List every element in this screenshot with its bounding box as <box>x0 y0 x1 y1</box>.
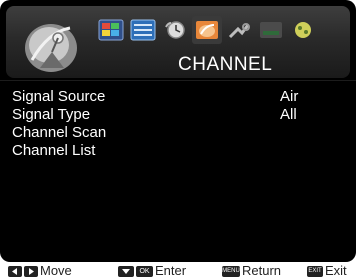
tab-picture[interactable] <box>96 16 126 44</box>
picture-icon <box>98 19 124 41</box>
sound-icon <box>130 19 156 41</box>
left-arrow-key-icon <box>8 266 22 278</box>
tab-setup[interactable] <box>256 16 286 44</box>
menu-item-label: Channel Scan <box>12 124 107 141</box>
help-enter-label: Enter <box>155 263 187 278</box>
menu-item-label: Channel List <box>12 142 96 159</box>
menu-item-signal-source[interactable]: Signal Source Air <box>12 87 342 107</box>
tab-lock[interactable] <box>224 16 254 44</box>
menu-key-icon: MENU <box>222 266 240 278</box>
help-bar: Move OK Enter MENU Return EXIT Exit <box>0 262 356 279</box>
tab-time[interactable] <box>160 16 190 44</box>
right-arrow-key-icon <box>24 266 38 278</box>
app-icon <box>295 22 311 38</box>
down-arrow-key-icon <box>118 266 134 278</box>
exit-key-icon: EXIT <box>307 266 323 278</box>
help-exit-label: Exit <box>325 263 347 278</box>
setup-icon <box>260 22 282 38</box>
channel-icon <box>196 21 218 39</box>
menu-header: CHANNEL <box>6 6 350 78</box>
lock-icon <box>228 23 250 39</box>
ok-key-icon: OK <box>136 266 153 278</box>
clock-icon <box>165 21 185 39</box>
tab-channel[interactable] <box>192 16 222 44</box>
header-divider <box>0 80 356 81</box>
satellite-dish-icon <box>25 24 77 72</box>
menu-item-channel-list[interactable]: Channel List <box>12 141 342 161</box>
help-return: MENU Return <box>222 263 281 278</box>
tv-osd-screen: CHANNEL Signal Source Air Signal Type Al… <box>0 0 356 262</box>
page-title: CHANNEL <box>178 54 273 75</box>
menu-item-value: All <box>280 106 297 123</box>
help-move: Move <box>8 263 72 278</box>
tab-app[interactable] <box>288 16 318 44</box>
menu-item-label: Signal Source <box>12 88 106 105</box>
menu-tab-strip <box>94 16 356 44</box>
help-return-label: Return <box>242 263 282 278</box>
help-exit: EXIT Exit <box>307 263 347 278</box>
menu-item-channel-scan[interactable]: Channel Scan <box>12 123 342 143</box>
help-move-label: Move <box>40 263 72 278</box>
menu-item-signal-type[interactable]: Signal Type All <box>12 105 342 125</box>
menu-item-label: Signal Type <box>12 106 91 123</box>
help-enter: OK Enter <box>118 263 186 278</box>
menu-item-value: Air <box>280 88 299 105</box>
tab-sound[interactable] <box>128 16 158 44</box>
